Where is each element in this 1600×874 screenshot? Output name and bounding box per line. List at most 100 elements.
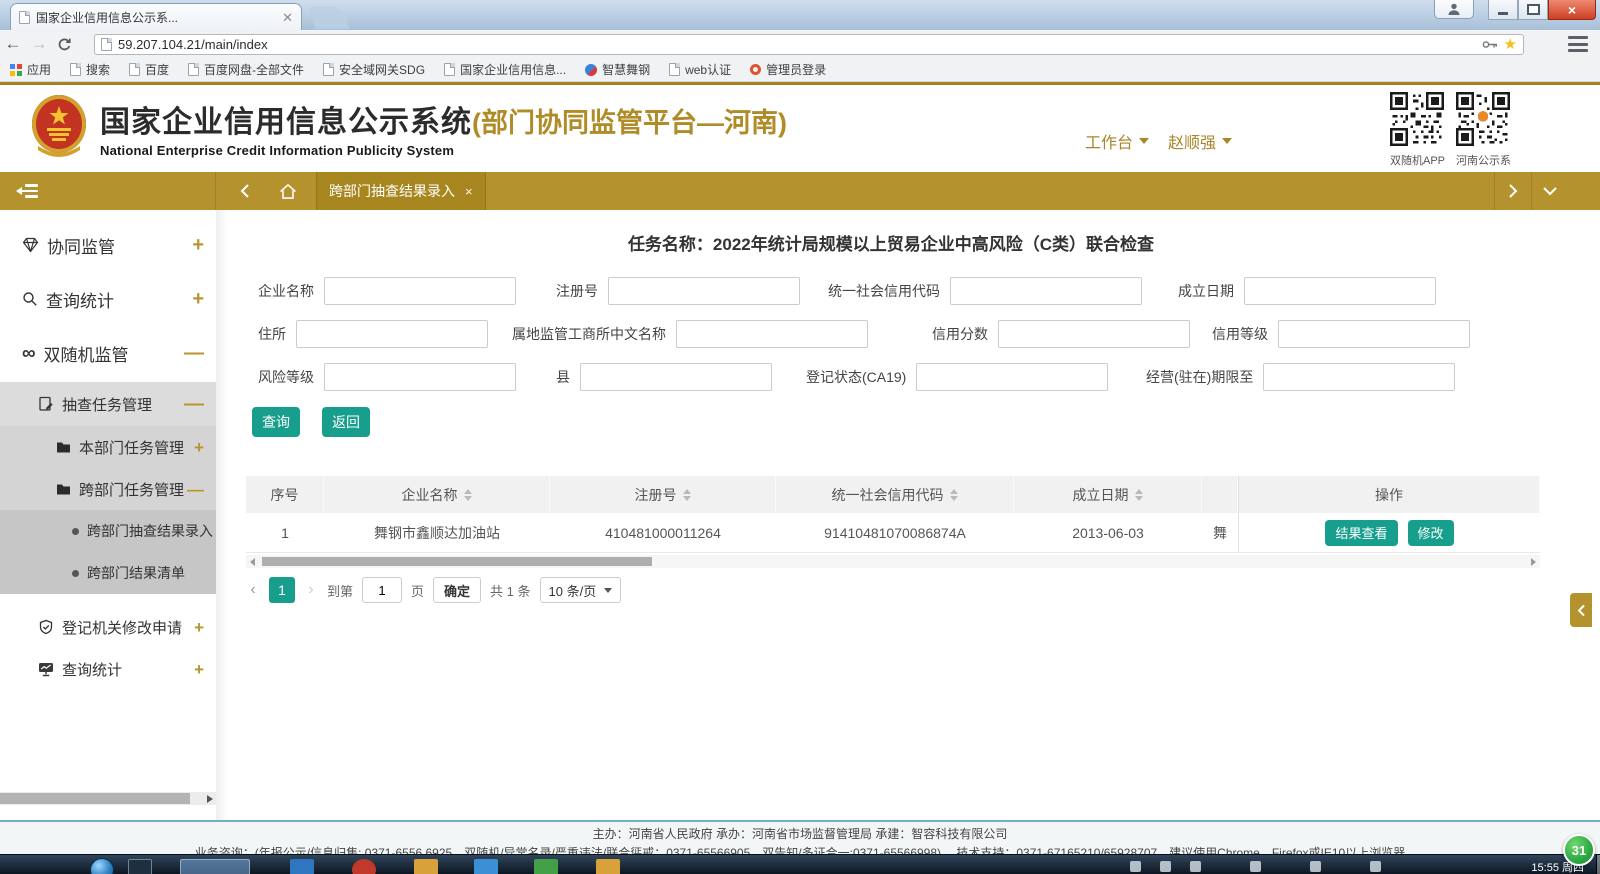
tray-icon[interactable]: [1130, 861, 1141, 872]
sidebar-toggle[interactable]: [0, 172, 216, 210]
expand-icon[interactable]: +: [194, 661, 204, 678]
nav-tab-active[interactable]: 跨部门抽查结果录入 ×: [316, 172, 486, 210]
expand-icon[interactable]: +: [192, 235, 204, 255]
tray-icon[interactable]: [1250, 861, 1261, 872]
view-result-button[interactable]: 结果查看: [1325, 520, 1397, 546]
credit-grade-input[interactable]: [1278, 320, 1470, 348]
bookmark-star-icon[interactable]: ★: [1504, 37, 1517, 52]
taskbar-icon[interactable]: [290, 859, 314, 874]
sort-icon[interactable]: [464, 489, 472, 501]
taskbar-icon[interactable]: [128, 859, 152, 874]
search-button[interactable]: 查询: [252, 407, 300, 437]
confirm-page-button[interactable]: 确定: [433, 577, 481, 603]
taskbar-icon[interactable]: [414, 859, 438, 874]
next-page-icon[interactable]: ›: [304, 581, 318, 599]
collapse-icon[interactable]: —: [184, 394, 204, 414]
bookmark-item[interactable]: 搜索: [70, 61, 110, 78]
current-page[interactable]: 1: [269, 577, 295, 603]
return-button[interactable]: 返回: [322, 407, 370, 437]
sidebar-item-query-stats-2[interactable]: 查询统计 +: [0, 648, 216, 690]
calendar-badge[interactable]: 31: [1563, 834, 1595, 866]
risk-grade-input[interactable]: [324, 363, 516, 391]
expand-icon[interactable]: +: [194, 439, 204, 456]
nav-tabs-menu-button[interactable]: [1531, 172, 1568, 210]
bookmark-item[interactable]: 管理员登录: [750, 61, 826, 78]
sidebar-item-cross-dept-result-entry[interactable]: 跨部门抽查结果录入: [0, 510, 216, 552]
expand-icon[interactable]: +: [194, 619, 204, 636]
col-registration-no[interactable]: 注册号: [550, 476, 776, 513]
taskbar-icon[interactable]: [596, 859, 620, 874]
goto-page-input[interactable]: [362, 577, 402, 603]
back-icon[interactable]: ←: [0, 34, 26, 54]
profile-button[interactable]: [1434, 0, 1474, 19]
page-size-select[interactable]: 10 条/页: [540, 577, 622, 603]
bookmark-item[interactable]: web认证: [669, 61, 731, 78]
sidebar-item-registry-amendment[interactable]: 登记机关修改申请 +: [0, 606, 216, 648]
col-company-name[interactable]: 企业名称: [324, 476, 550, 513]
registration-status-input[interactable]: [916, 363, 1108, 391]
sort-icon[interactable]: [683, 489, 691, 501]
scrollbar-arrow-left-icon[interactable]: [250, 558, 255, 566]
bookmark-item[interactable]: 智慧舞钢: [585, 61, 650, 78]
scrollbar-arrow-right-icon[interactable]: [1531, 558, 1536, 566]
operation-term-input[interactable]: [1263, 363, 1455, 391]
tray-icon[interactable]: [1370, 861, 1381, 872]
taskbar-window-button[interactable]: [180, 859, 250, 874]
scrollbar-thumb[interactable]: [262, 557, 652, 566]
sidebar-item-collab-supervision[interactable]: 协同监管 +: [0, 220, 216, 270]
table-hscrollbar[interactable]: [246, 555, 1540, 568]
bookmark-item[interactable]: 百度网盘-全部文件: [188, 61, 304, 78]
maximize-button[interactable]: [1518, 0, 1548, 20]
sidebar-item-spotcheck-task-mgmt[interactable]: 抽查任务管理 —: [0, 382, 216, 426]
new-tab-button[interactable]: [308, 7, 349, 29]
bookmark-item[interactable]: 国家企业信用信息...: [444, 61, 566, 78]
scrollbar-thumb[interactable]: [0, 793, 190, 804]
close-button[interactable]: ×: [1548, 0, 1596, 20]
modify-button[interactable]: 修改: [1408, 520, 1454, 546]
registration-no-input[interactable]: [608, 277, 800, 305]
company-name-input[interactable]: [324, 277, 516, 305]
sidebar-item-double-random[interactable]: ∞ 双随机监管 —: [0, 328, 216, 378]
sidebar-hscrollbar[interactable]: [0, 792, 216, 805]
bookmark-item[interactable]: 安全域网关SDG: [323, 61, 425, 78]
sidebar-item-cross-dept-tasks[interactable]: 跨部门任务管理 —: [0, 468, 216, 510]
establish-date-input[interactable]: [1244, 277, 1436, 305]
bookmark-apps[interactable]: 应用: [10, 61, 51, 78]
nav-home-button[interactable]: [268, 172, 308, 210]
sidebar-item-query-stats[interactable]: 查询统计 +: [0, 274, 216, 324]
sidebar-item-own-dept-tasks[interactable]: 本部门任务管理 +: [0, 426, 216, 468]
panel-collapse-button[interactable]: [1570, 593, 1592, 627]
tray-icon[interactable]: [1190, 861, 1201, 872]
tray-icon[interactable]: [1160, 861, 1171, 872]
nav-back-button[interactable]: [228, 172, 262, 210]
tray-icon[interactable]: [1310, 861, 1321, 872]
scrollbar-arrow-right-icon[interactable]: [207, 795, 213, 803]
collapse-icon[interactable]: —: [184, 343, 204, 363]
bookmark-item[interactable]: 百度: [129, 61, 169, 78]
browser-tab[interactable]: 国家企业信用信息公示系... ✕: [10, 3, 302, 30]
credit-code-input[interactable]: [950, 277, 1142, 305]
show-desktop-button[interactable]: [1596, 855, 1600, 874]
key-icon[interactable]: [1482, 40, 1498, 49]
start-button[interactable]: [90, 858, 114, 874]
user-menu[interactable]: 赵顺强: [1168, 129, 1232, 153]
taskbar-icon[interactable]: [474, 859, 498, 874]
minimize-button[interactable]: [1488, 0, 1518, 20]
col-credit-code[interactable]: 统一社会信用代码: [776, 476, 1014, 513]
url-input[interactable]: [118, 37, 1476, 52]
tab-close-icon[interactable]: ✕: [282, 11, 293, 24]
county-input[interactable]: [580, 363, 772, 391]
taskbar-icon[interactable]: [534, 859, 558, 874]
address-bar[interactable]: ★: [94, 34, 1524, 55]
browser-menu-icon[interactable]: [1568, 36, 1588, 52]
expand-icon[interactable]: +: [192, 289, 204, 309]
sidebar-item-cross-dept-result-list[interactable]: 跨部门结果清单: [0, 552, 216, 594]
local-office-input[interactable]: [676, 320, 868, 348]
tab-close-icon[interactable]: ×: [465, 184, 473, 199]
col-establish-date[interactable]: 成立日期: [1014, 476, 1202, 513]
collapse-icon[interactable]: —: [187, 481, 204, 498]
sort-icon[interactable]: [1135, 489, 1143, 501]
forward-icon[interactable]: →: [26, 34, 52, 54]
reload-icon[interactable]: [52, 37, 76, 52]
credit-score-input[interactable]: [998, 320, 1190, 348]
